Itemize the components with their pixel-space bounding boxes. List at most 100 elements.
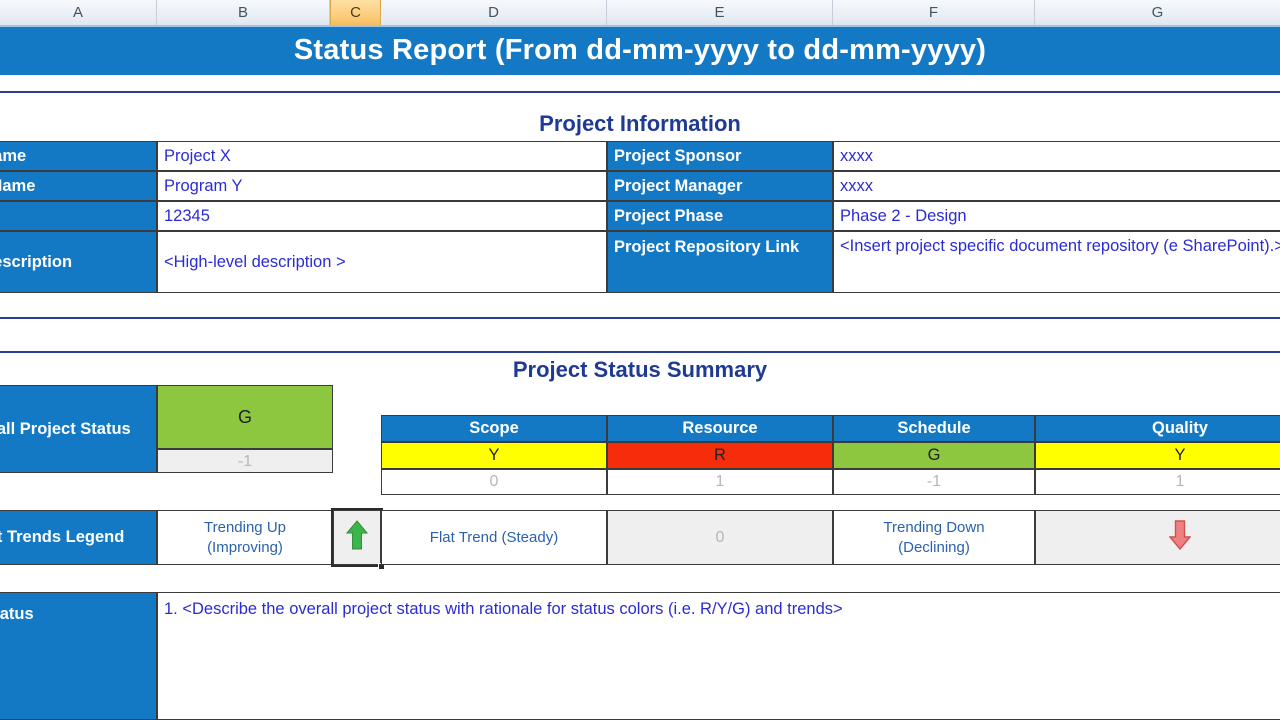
column-header-e-label: E xyxy=(714,4,724,21)
project-manager-value-text: xxxx xyxy=(840,177,873,196)
trend-down-text-line2: (Declining) xyxy=(898,538,970,558)
project-manager-label-text: Project Manager xyxy=(614,177,742,196)
column-header-g[interactable]: G xyxy=(1035,0,1280,25)
overall-project-status-number-text: -1 xyxy=(238,453,252,470)
program-name-label-text: am Name xyxy=(0,177,35,196)
column-header-d-label: D xyxy=(488,4,499,21)
trend-up-text-line2: (Improving) xyxy=(207,538,283,558)
summary-rag-scope[interactable]: Y xyxy=(381,442,607,469)
status-summary-description-text: 1. <Describe the overall project status … xyxy=(164,600,843,618)
summary-header-scope-text: Scope xyxy=(469,419,519,437)
column-header-a[interactable]: A xyxy=(0,0,157,25)
project-description-label: ct Description xyxy=(0,231,157,293)
project-sponsor-label: Project Sponsor xyxy=(607,141,833,171)
trend-down-text: Trending Down (Declining) xyxy=(833,510,1035,565)
summary-rag-scope-text: Y xyxy=(488,446,499,464)
overall-project-status-label: erall Project Status xyxy=(0,385,157,473)
project-description-value[interactable]: <High-level description > xyxy=(157,231,607,293)
project-information-heading: Project Information xyxy=(0,109,1280,139)
column-header-e[interactable]: E xyxy=(607,0,833,25)
project-sponsor-label-text: Project Sponsor xyxy=(614,147,741,166)
status-summary-text-label: ct Status ary xyxy=(0,592,157,720)
summary-header-schedule-text: Schedule xyxy=(897,419,970,437)
trend-up-icon-cell[interactable] xyxy=(333,510,381,565)
summary-header-schedule: Schedule xyxy=(833,415,1035,442)
summary-number-scope-text: 0 xyxy=(490,473,499,490)
column-header-bar: A B C D E F G xyxy=(0,0,1280,27)
report-title-text: Status Report (From dd-mm-yyyy to dd-mm-… xyxy=(294,34,986,66)
project-phase-label-text: Project Phase xyxy=(614,207,723,226)
trend-down-text-line1: Trending Down xyxy=(883,518,984,538)
section-divider-top xyxy=(0,91,1280,93)
trend-flat-text: Flat Trend (Steady) xyxy=(381,510,607,565)
column-header-b[interactable]: B xyxy=(157,0,330,25)
summary-rag-schedule-text: G xyxy=(928,446,941,464)
summary-rag-schedule[interactable]: G xyxy=(833,442,1035,469)
project-phase-value[interactable]: Phase 2 - Design xyxy=(833,201,1280,231)
column-header-f-label: F xyxy=(929,4,938,21)
trend-flat-value-cell[interactable]: 0 xyxy=(607,510,833,565)
project-name-value-text: Project X xyxy=(164,147,231,166)
project-description-value-text: <High-level description > xyxy=(164,253,346,272)
summary-number-quality[interactable]: 1 xyxy=(1035,469,1280,495)
summary-number-scope[interactable]: 0 xyxy=(381,469,607,495)
summary-rag-resource[interactable]: R xyxy=(607,442,833,469)
summary-header-resource: Resource xyxy=(607,415,833,442)
summary-number-schedule[interactable]: -1 xyxy=(833,469,1035,495)
program-name-label: am Name xyxy=(0,171,157,201)
column-header-c[interactable]: C xyxy=(330,0,381,25)
arrow-up-green-icon xyxy=(346,520,368,555)
project-sponsor-value-text: xxxx xyxy=(840,147,873,166)
project-sponsor-value[interactable]: xxxx xyxy=(833,141,1280,171)
summary-header-quality: Quality xyxy=(1035,415,1280,442)
project-trends-legend-label: ct Trends Legend xyxy=(0,510,157,565)
project-repository-link-value[interactable]: <Insert project specific document reposi… xyxy=(833,231,1280,293)
project-manager-label: Project Manager xyxy=(607,171,833,201)
project-information-heading-text: Project Information xyxy=(539,111,741,136)
trend-flat-text-label: Flat Trend (Steady) xyxy=(430,528,558,548)
status-summary-description[interactable]: 1. <Describe the overall project status … xyxy=(157,592,1280,720)
program-name-value-text: Program Y xyxy=(164,177,243,196)
trend-up-text-line1: Trending Up xyxy=(204,518,286,538)
summary-header-quality-text: Quality xyxy=(1152,419,1208,437)
project-id-value-text: 12345 xyxy=(164,207,210,226)
worksheet-grid[interactable]: Status Report (From dd-mm-yyyy to dd-mm-… xyxy=(0,27,1280,720)
summary-rag-quality[interactable]: Y xyxy=(1035,442,1280,469)
column-header-c-label: C xyxy=(350,4,361,21)
project-manager-value[interactable]: xxxx xyxy=(833,171,1280,201)
overall-project-status-rag[interactable]: G xyxy=(157,385,333,449)
project-name-label-text: ct Name xyxy=(0,147,26,166)
column-header-b-label: B xyxy=(238,4,248,21)
report-title-banner: Status Report (From dd-mm-yyyy to dd-mm-… xyxy=(0,27,1280,75)
project-id-value[interactable]: 12345 xyxy=(157,201,607,231)
project-repository-link-label-text: Project Repository Link xyxy=(614,238,799,256)
project-name-value[interactable]: Project X xyxy=(157,141,607,171)
overall-project-status-label-text: erall Project Status xyxy=(0,416,131,442)
column-header-g-label: G xyxy=(1152,4,1164,21)
status-summary-text-label-line1: ct Status xyxy=(0,605,34,623)
column-header-d[interactable]: D xyxy=(381,0,607,25)
project-status-summary-heading-text: Project Status Summary xyxy=(513,357,767,382)
summary-number-quality-text: 1 xyxy=(1176,473,1185,490)
program-name-value[interactable]: Program Y xyxy=(157,171,607,201)
summary-rag-resource-text: R xyxy=(714,446,726,464)
trend-down-icon-cell[interactable] xyxy=(1035,510,1280,565)
project-description-label-text: ct Description xyxy=(0,253,72,272)
summary-number-resource-text: 1 xyxy=(716,473,725,490)
project-trends-legend-label-text: ct Trends Legend xyxy=(0,528,124,547)
summary-number-resource[interactable]: 1 xyxy=(607,469,833,495)
overall-project-status-number[interactable]: -1 xyxy=(157,449,333,473)
section-divider-mid-2 xyxy=(0,351,1280,353)
project-phase-value-text: Phase 2 - Design xyxy=(840,207,967,226)
column-header-f[interactable]: F xyxy=(833,0,1035,25)
column-header-a-label: A xyxy=(73,4,83,21)
project-repository-link-label: Project Repository Link xyxy=(607,231,833,293)
section-divider-mid-1 xyxy=(0,317,1280,319)
trend-flat-value-text: 0 xyxy=(716,529,725,547)
summary-rag-quality-text: Y xyxy=(1174,446,1185,464)
project-status-summary-heading: Project Status Summary xyxy=(0,355,1280,385)
project-name-label: ct Name xyxy=(0,141,157,171)
arrow-down-red-icon xyxy=(1169,520,1191,555)
trend-up-text: Trending Up (Improving) xyxy=(157,510,333,565)
summary-header-resource-text: Resource xyxy=(682,419,757,437)
